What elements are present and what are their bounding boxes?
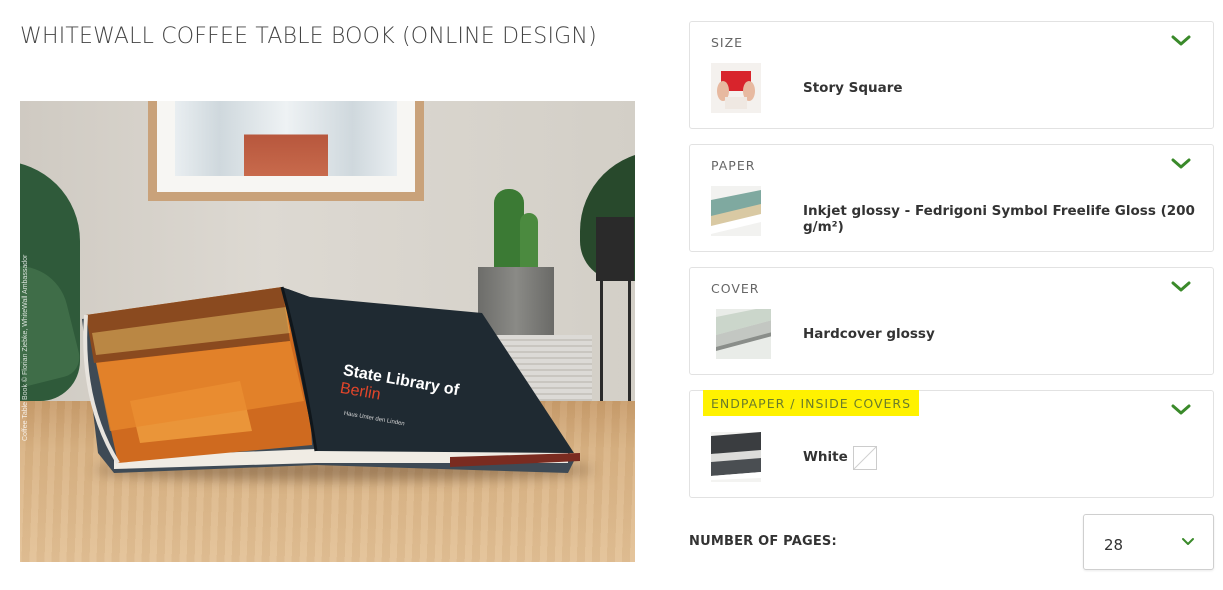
option-value: White — [803, 449, 848, 465]
option-label-highlighted: ENDPAPER / INSIDE COVERS — [703, 390, 920, 416]
pages-select[interactable]: 28 — [1083, 514, 1214, 570]
hands-holding-red-book-thumbnail — [711, 63, 761, 113]
chevron-down-icon — [1182, 538, 1194, 545]
option-value: Hardcover glossy — [803, 326, 935, 342]
option-card-endpaper[interactable]: ENDPAPER / INSIDE COVERS White — [689, 390, 1214, 498]
product-hero-image: State Library of Berlin Haus Unter den L… — [20, 101, 635, 562]
open-book — [82, 286, 580, 473]
hardcover-corner-thumbnail — [716, 309, 771, 359]
option-card-paper[interactable]: PAPER Inkjet glossy - Fedrigoni Symbol F… — [689, 144, 1214, 252]
endpaper-thumbnail — [711, 432, 761, 482]
color-swatch[interactable] — [853, 446, 877, 470]
page-title: WHITEWALL COFFEE TABLE BOOK (ONLINE DESI… — [20, 24, 597, 49]
pages-label: NUMBER OF PAGES: — [689, 534, 837, 549]
option-value: Inkjet glossy - Fedrigoni Symbol Freelif… — [803, 203, 1195, 235]
option-card-size[interactable]: SIZE Story Square — [689, 21, 1214, 129]
pages-value: 28 — [1104, 536, 1124, 554]
option-label: PAPER — [711, 158, 756, 173]
chevron-down-icon[interactable] — [1171, 403, 1191, 417]
open-book-pages-thumbnail — [711, 186, 761, 236]
option-label: SIZE — [711, 35, 744, 50]
option-label: COVER — [711, 281, 760, 296]
photo-credit: Coffee Table Book © Florian Ziebke, Whit… — [22, 254, 29, 441]
chevron-down-icon[interactable] — [1171, 280, 1191, 294]
option-value: Story Square — [803, 80, 903, 96]
empty-swatch-icon — [853, 446, 877, 470]
chevron-down-icon[interactable] — [1171, 157, 1191, 171]
option-card-cover[interactable]: COVER Hardcover glossy — [689, 267, 1214, 375]
chevron-down-icon[interactable] — [1171, 34, 1191, 48]
